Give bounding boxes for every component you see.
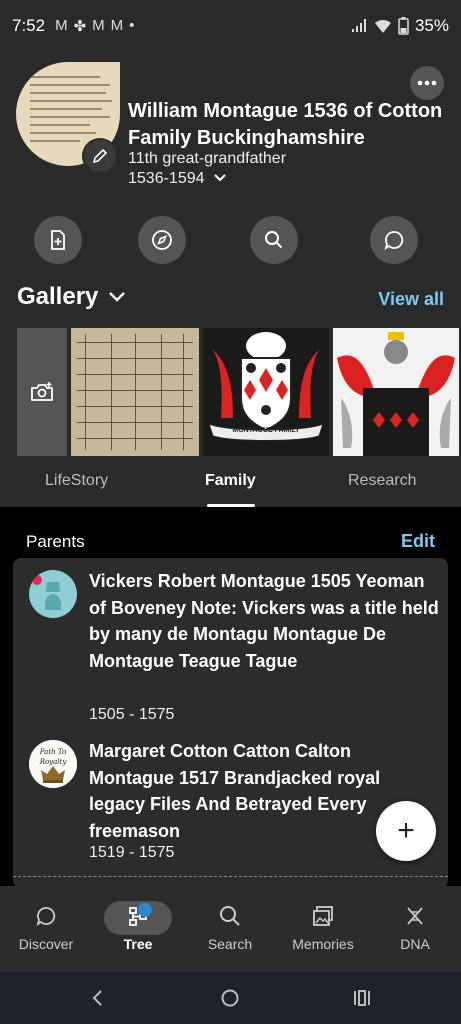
life-dates[interactable]: 1536-1594 — [128, 170, 227, 188]
gallery-strip: MONTAGUE FAMILY — [17, 328, 459, 456]
more-horizontal-icon — [417, 80, 437, 86]
nav-discover[interactable]: Discover — [0, 886, 92, 972]
gmail-icon: M — [55, 17, 68, 34]
status-bar: 7:52 M ✤ M M • 35% — [0, 0, 461, 52]
nav-dna[interactable]: DNA — [369, 886, 461, 972]
nav-tree[interactable]: Tree — [92, 886, 184, 972]
gallery-photo-crest[interactable] — [333, 328, 459, 456]
search-records-button[interactable] — [250, 216, 298, 264]
mother-avatar: Path To Royalty — [29, 740, 77, 788]
dna-icon — [407, 907, 423, 925]
home-icon[interactable] — [220, 988, 240, 1008]
father-dates: 1505 - 1575 — [89, 706, 175, 723]
back-icon[interactable] — [88, 988, 108, 1008]
father-name: Vickers Robert Montague 1505 Yeoman of B… — [89, 571, 439, 671]
quick-actions — [0, 216, 461, 264]
plus-icon: + — [397, 814, 415, 847]
battery-icon — [398, 17, 409, 35]
notification-badge — [138, 903, 152, 917]
memories-icon — [313, 906, 333, 926]
crest-image — [333, 328, 459, 456]
add-record-icon — [51, 230, 65, 250]
royalty-crown-image: Path To Royalty — [29, 740, 77, 788]
person-silhouette-icon — [29, 570, 77, 618]
compass-icon — [152, 230, 172, 250]
wifi-icon — [374, 19, 391, 33]
chevron-down-icon — [214, 174, 226, 182]
edit-photo-button[interactable] — [82, 138, 118, 174]
tab-research[interactable]: Research — [348, 472, 416, 490]
nav-search[interactable]: Search — [184, 886, 276, 972]
nav-memories-label: Memories — [292, 936, 354, 952]
add-record-button[interactable] — [34, 216, 82, 264]
nav-tree-label: Tree — [123, 936, 153, 952]
notification-icons: M ✤ M M • — [55, 17, 134, 35]
profile-photo[interactable] — [16, 62, 120, 174]
avatar-text-1: Path To — [39, 748, 66, 756]
system-navigation-bar — [0, 972, 461, 1024]
gmail-icon: M — [110, 17, 124, 34]
active-tab-indicator — [207, 504, 255, 507]
battery-percent: 35% — [414, 16, 449, 35]
father-avatar — [29, 570, 77, 618]
relationship-label: 11th great-grandfather — [128, 150, 287, 167]
coat-of-arms-image: MONTAGUE FAMILY — [203, 328, 329, 456]
tab-family[interactable]: Family — [205, 472, 256, 490]
add-photo-icon — [31, 382, 53, 401]
comment-button[interactable] — [370, 216, 418, 264]
coat-label: MONTAGUE FAMILY — [232, 427, 300, 434]
life-dates-text: 1536-1594 — [128, 170, 205, 187]
search-icon — [265, 231, 283, 249]
add-relative-button[interactable]: + — [376, 801, 436, 861]
more-options-button[interactable] — [410, 66, 444, 100]
profile-tabs: LifeStory Family Research — [0, 460, 461, 507]
chevron-down-icon — [109, 292, 126, 302]
card-divider — [13, 876, 448, 877]
comment-icon — [384, 231, 404, 251]
add-photo-button[interactable] — [17, 328, 67, 456]
parent-father[interactable]: Vickers Robert Montague 1505 Yeoman of B… — [13, 568, 448, 728]
gallery-photo-coat-of-arms[interactable]: MONTAGUE FAMILY — [203, 328, 329, 456]
gallery-dropdown[interactable]: Gallery — [17, 283, 126, 311]
pencil-icon — [92, 148, 108, 164]
edit-parents-link[interactable]: Edit — [401, 531, 435, 552]
nav-search-label: Search — [207, 936, 253, 952]
dot-icon: • — [129, 17, 135, 34]
profile-header: William Montague 1536 of Cotton Family B… — [0, 52, 461, 507]
pinwheel-icon: ✤ — [73, 18, 87, 35]
parents-section-title: Parents — [26, 532, 85, 551]
signal-icon — [351, 19, 366, 32]
discover-icon — [36, 907, 56, 927]
mother-dates: 1519 - 1575 — [89, 844, 175, 861]
gallery-photo-document[interactable] — [71, 328, 199, 456]
view-all-link[interactable]: View all — [378, 289, 444, 310]
gmail-icon: M — [92, 17, 105, 34]
search-icon — [220, 906, 240, 926]
recents-icon[interactable] — [352, 988, 372, 1008]
status-time: 7:52 — [12, 16, 46, 35]
bottom-navigation: Discover Tree Search Memories DNA — [0, 886, 461, 972]
explore-button[interactable] — [138, 216, 186, 264]
avatar-text-2: Royalty — [39, 758, 68, 766]
tab-lifestory[interactable]: LifeStory — [45, 472, 108, 490]
nav-dna-label: DNA — [400, 936, 430, 952]
nav-memories[interactable]: Memories — [277, 886, 369, 972]
person-name: William Montague 1536 of Cotton Family B… — [128, 100, 443, 149]
nav-discover-label: Discover — [18, 936, 74, 952]
gallery-title: Gallery — [17, 283, 99, 310]
